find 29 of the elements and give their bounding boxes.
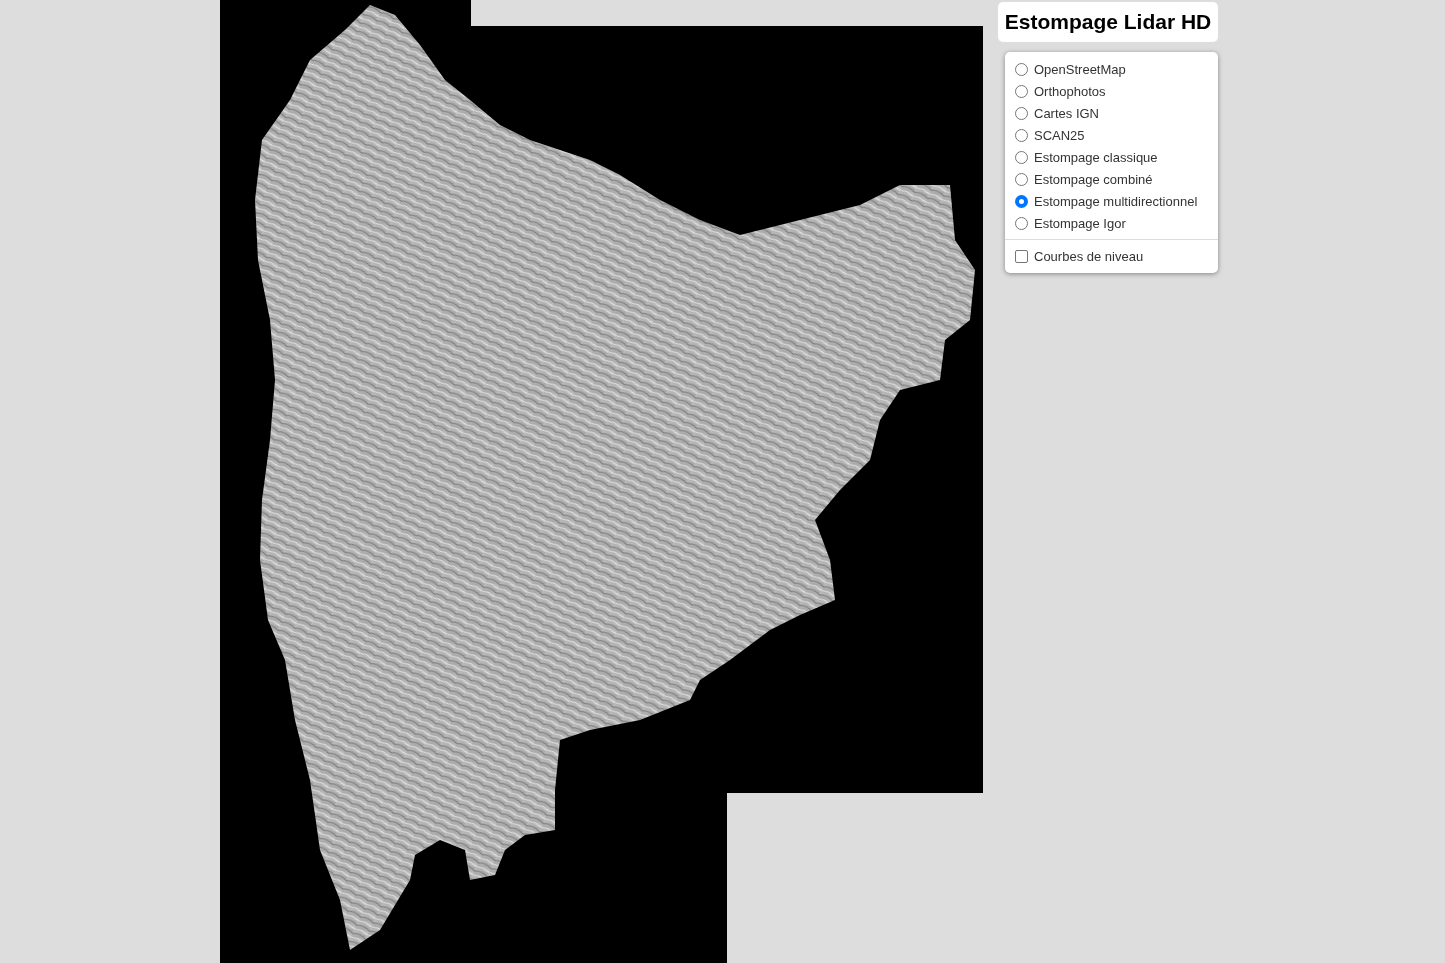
layer-option[interactable]: Orthophotos xyxy=(1015,80,1214,102)
layer-label[interactable]: SCAN25 xyxy=(1034,127,1085,143)
layer-option[interactable]: SCAN25 xyxy=(1015,124,1214,146)
radio-button[interactable] xyxy=(1015,172,1028,186)
checkbox[interactable] xyxy=(1015,249,1028,263)
layer-label[interactable]: Cartes IGN xyxy=(1034,105,1099,121)
layer-option[interactable]: OpenStreetMap xyxy=(1015,58,1214,80)
radio-button[interactable] xyxy=(1015,216,1028,230)
hillshade-map-drawing[interactable] xyxy=(220,0,983,963)
layer-option[interactable]: Cartes IGN xyxy=(1015,102,1214,124)
layer-label[interactable]: Estompage classique xyxy=(1034,149,1158,165)
radio-button[interactable] xyxy=(1015,84,1028,98)
radio-button[interactable] xyxy=(1015,128,1028,142)
overlay-label[interactable]: Courbes de niveau xyxy=(1034,248,1144,264)
layer-label[interactable]: Estompage multidirectionnel xyxy=(1034,193,1198,209)
layer-label[interactable]: OpenStreetMap xyxy=(1034,61,1126,77)
layer-label[interactable]: Estompage combiné xyxy=(1034,171,1153,187)
radio-button[interactable] xyxy=(1015,150,1028,164)
layer-label[interactable]: Orthophotos xyxy=(1034,83,1106,99)
layer-option[interactable]: Estompage Igor xyxy=(1015,212,1214,234)
layer-option[interactable]: Estompage classique xyxy=(1015,146,1214,168)
layer-option[interactable]: Estompage combiné xyxy=(1015,168,1214,190)
radio-button[interactable] xyxy=(1015,62,1028,76)
radio-button[interactable] xyxy=(1015,106,1028,120)
layer-option[interactable]: Estompage multidirectionnel xyxy=(1015,190,1214,212)
radio-button[interactable] xyxy=(1015,194,1028,208)
layer-label[interactable]: Estompage Igor xyxy=(1034,215,1126,231)
map-title: Estompage Lidar HD xyxy=(998,2,1218,42)
overlay-option[interactable]: Courbes de niveau xyxy=(1015,245,1214,267)
